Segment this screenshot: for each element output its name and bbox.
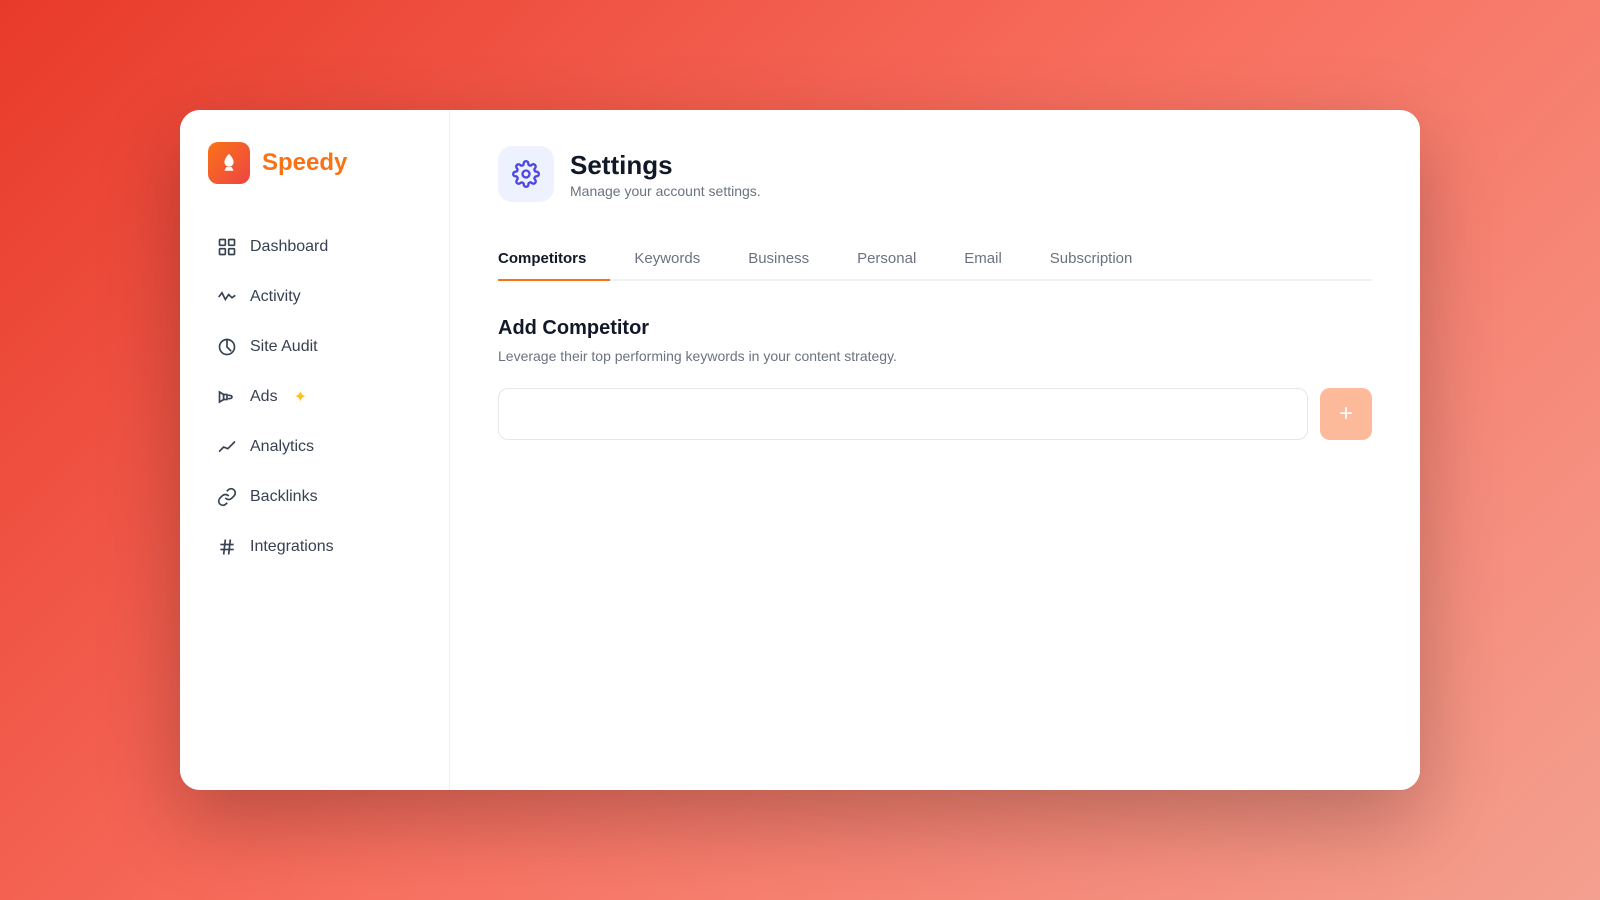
tab-subscription[interactable]: Subscription [1026, 238, 1157, 281]
main-content: Settings Manage your account settings. C… [450, 110, 1420, 790]
competitor-input-row: + [498, 388, 1372, 440]
sidebar-item-dashboard[interactable]: Dashboard [200, 224, 429, 270]
sidebar-item-activity-label: Activity [250, 288, 301, 306]
sidebar: Speedy Dashboard Activity [180, 110, 450, 790]
activity-icon [216, 286, 238, 308]
page-title: Settings [570, 150, 761, 181]
settings-tabs: Competitors Keywords Business Personal E… [498, 238, 1372, 281]
app-window: Speedy Dashboard Activity [180, 110, 1420, 790]
tab-keywords[interactable]: Keywords [610, 238, 724, 281]
analytics-icon [216, 436, 238, 458]
add-competitor-button[interactable]: + [1320, 388, 1372, 440]
backlinks-icon [216, 486, 238, 508]
page-subtitle: Manage your account settings. [570, 183, 761, 199]
sidebar-item-integrations-label: Integrations [250, 538, 334, 556]
sidebar-item-activity[interactable]: Activity [200, 274, 429, 320]
sidebar-item-analytics-label: Analytics [250, 438, 314, 456]
sidebar-item-site-audit[interactable]: Site Audit [200, 324, 429, 370]
competitor-section: Add Competitor Leverage their top perfor… [498, 317, 1372, 440]
sidebar-item-site-audit-label: Site Audit [250, 338, 318, 356]
tab-email[interactable]: Email [940, 238, 1026, 281]
ads-icon [216, 386, 238, 408]
competitor-input[interactable] [498, 388, 1308, 440]
sidebar-item-backlinks[interactable]: Backlinks [200, 474, 429, 520]
ads-star-badge: ✦ [294, 387, 307, 407]
integrations-icon [216, 536, 238, 558]
sidebar-item-ads-label: Ads [250, 388, 278, 406]
page-header-text: Settings Manage your account settings. [570, 150, 761, 199]
logo-area: Speedy [200, 142, 429, 184]
sidebar-item-ads[interactable]: Ads ✦ [200, 374, 429, 420]
logo-text: Speedy [262, 149, 347, 177]
tab-business[interactable]: Business [724, 238, 833, 281]
sidebar-item-backlinks-label: Backlinks [250, 488, 318, 506]
tab-personal[interactable]: Personal [833, 238, 940, 281]
page-header: Settings Manage your account settings. [498, 146, 1372, 202]
logo-icon [208, 142, 250, 184]
sidebar-item-analytics[interactable]: Analytics [200, 424, 429, 470]
tab-competitors[interactable]: Competitors [498, 238, 610, 281]
sidebar-item-dashboard-label: Dashboard [250, 238, 328, 256]
site-audit-icon [216, 336, 238, 358]
section-title: Add Competitor [498, 317, 1372, 340]
section-description: Leverage their top performing keywords i… [498, 348, 1372, 364]
settings-gear-icon [512, 160, 540, 188]
settings-icon-wrap [498, 146, 554, 202]
sidebar-item-integrations[interactable]: Integrations [200, 524, 429, 570]
dashboard-icon [216, 236, 238, 258]
add-icon: + [1339, 400, 1353, 428]
